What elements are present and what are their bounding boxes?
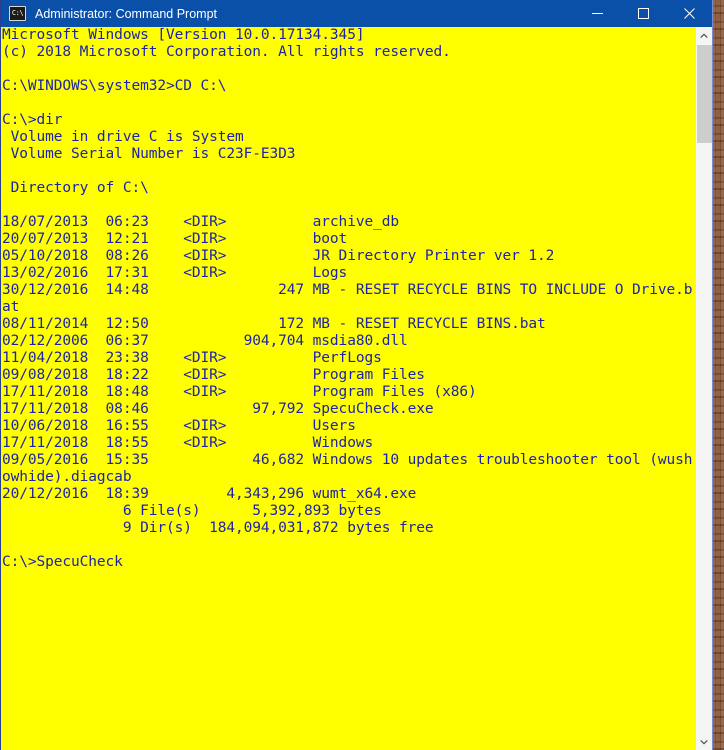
window-controls	[574, 0, 712, 27]
scroll-up-button[interactable]	[696, 27, 712, 44]
chevron-up-icon	[700, 32, 708, 38]
maximize-button[interactable]	[620, 0, 666, 27]
scroll-down-button[interactable]	[696, 733, 712, 750]
chevron-down-icon	[700, 739, 708, 745]
maximize-icon	[637, 8, 649, 19]
close-button[interactable]	[666, 0, 712, 27]
minimize-button[interactable]	[574, 0, 620, 27]
console-text: Microsoft Windows [Version 10.0.17134.34…	[2, 27, 693, 570]
command-prompt-icon: C:\	[9, 6, 26, 21]
window-title: Administrator: Command Prompt	[35, 6, 218, 21]
titlebar-left-group: C:\ Administrator: Command Prompt	[1, 6, 574, 21]
console-output-area[interactable]: Microsoft Windows [Version 10.0.17134.34…	[1, 27, 695, 750]
close-icon	[683, 8, 695, 19]
vertical-scrollbar[interactable]	[695, 27, 712, 750]
scrollbar-thumb[interactable]	[697, 45, 712, 143]
command-prompt-window: C:\ Administrator: Command Prompt Micros…	[0, 0, 713, 750]
window-titlebar[interactable]: C:\ Administrator: Command Prompt	[1, 0, 712, 27]
minimize-icon	[591, 13, 603, 14]
